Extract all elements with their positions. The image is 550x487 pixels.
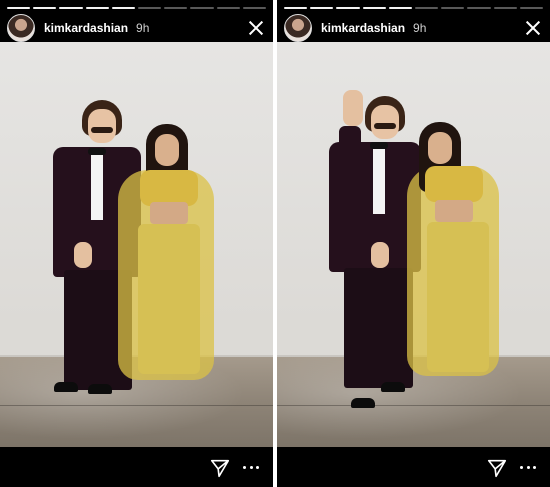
progress-segment (336, 7, 360, 9)
progress-segment (164, 7, 188, 9)
progress-segment (59, 7, 83, 9)
avatar[interactable] (284, 14, 312, 42)
progress-segment (493, 7, 517, 9)
story-footer (277, 447, 550, 487)
progress-segment (138, 7, 162, 9)
progress-segment (216, 7, 240, 9)
progress-segment (284, 7, 308, 9)
person-woman (0, 42, 273, 447)
progress-segment (441, 7, 465, 9)
story-progress-bar (7, 7, 267, 9)
person-woman (277, 42, 550, 447)
progress-segment (7, 7, 31, 9)
progress-segment (519, 7, 544, 9)
close-icon[interactable] (245, 17, 267, 39)
story-photo (277, 42, 550, 447)
story-username[interactable]: kimkardashian (321, 21, 405, 35)
story-footer (0, 447, 273, 487)
send-icon[interactable] (486, 457, 508, 479)
progress-segment (85, 7, 109, 9)
progress-segment (111, 7, 136, 9)
story-progress-bar (284, 7, 544, 9)
avatar[interactable] (7, 14, 35, 42)
story-photo (0, 42, 273, 447)
more-icon[interactable] (520, 464, 536, 470)
progress-segment (242, 7, 267, 9)
progress-segment (310, 7, 334, 9)
story-header: kimkardashian 9h (7, 14, 267, 42)
story-username[interactable]: kimkardashian (44, 21, 128, 35)
send-icon[interactable] (209, 457, 231, 479)
progress-segment (388, 7, 413, 9)
story-header: kimkardashian 9h (284, 14, 544, 42)
progress-segment (33, 7, 57, 9)
progress-segment (415, 7, 439, 9)
progress-segment (190, 7, 214, 9)
story-timestamp: 9h (413, 21, 427, 35)
story-timestamp: 9h (136, 21, 150, 35)
more-icon[interactable] (243, 464, 259, 470)
progress-segment (467, 7, 491, 9)
close-icon[interactable] (522, 17, 544, 39)
story-right[interactable]: kimkardashian 9h (277, 0, 550, 487)
story-left[interactable]: kimkardashian 9h (0, 0, 273, 487)
progress-segment (362, 7, 386, 9)
